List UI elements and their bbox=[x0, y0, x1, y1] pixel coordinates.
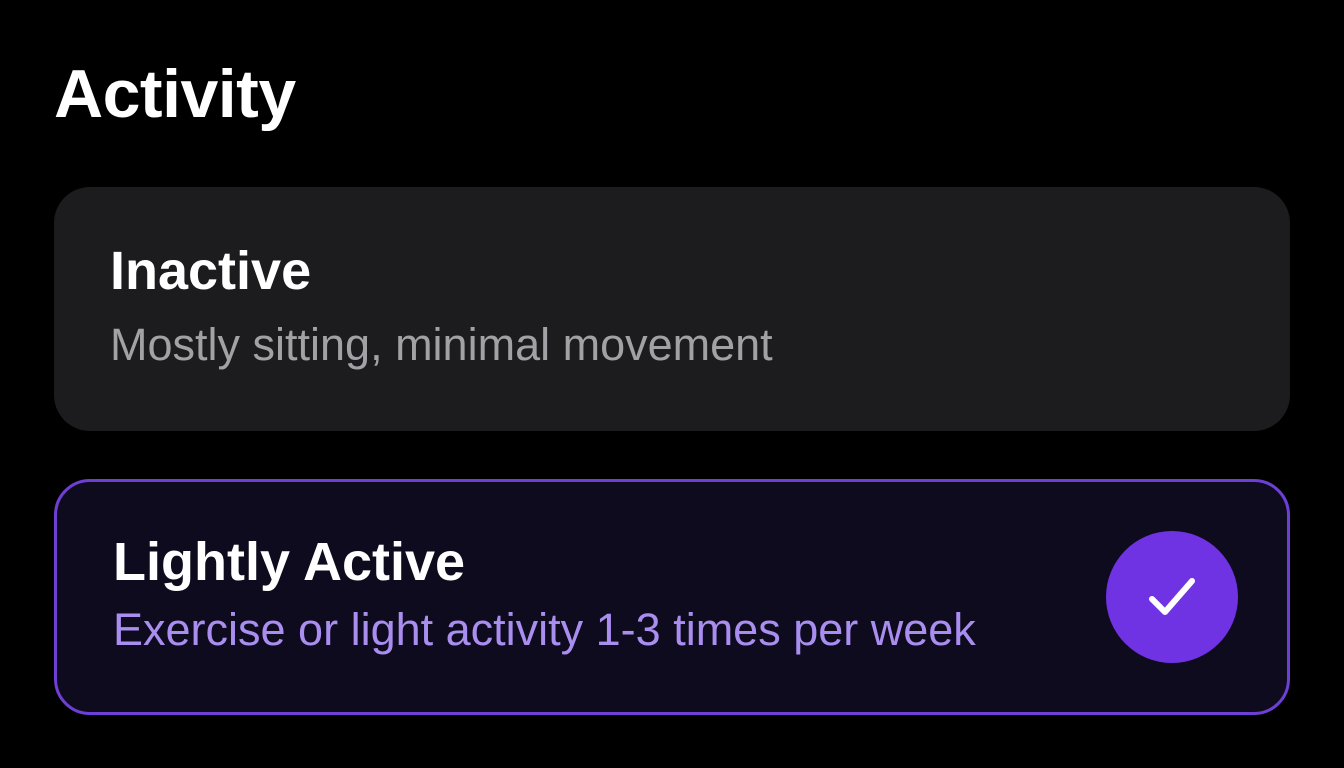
option-title: Inactive bbox=[110, 241, 312, 301]
activity-option-lightly-active[interactable]: Lightly Active Exercise or light activit… bbox=[54, 479, 1290, 715]
selected-check-badge bbox=[1106, 531, 1238, 663]
page-title: Activity bbox=[54, 56, 296, 132]
option-description: Exercise or light activity 1-3 times per… bbox=[113, 604, 976, 655]
option-title: Lightly Active bbox=[113, 532, 466, 592]
activity-option-inactive[interactable]: Inactive Mostly sitting, minimal movemen… bbox=[54, 187, 1290, 431]
checkmark-icon bbox=[1149, 578, 1195, 615]
option-description: Mostly sitting, minimal movement bbox=[110, 319, 773, 370]
